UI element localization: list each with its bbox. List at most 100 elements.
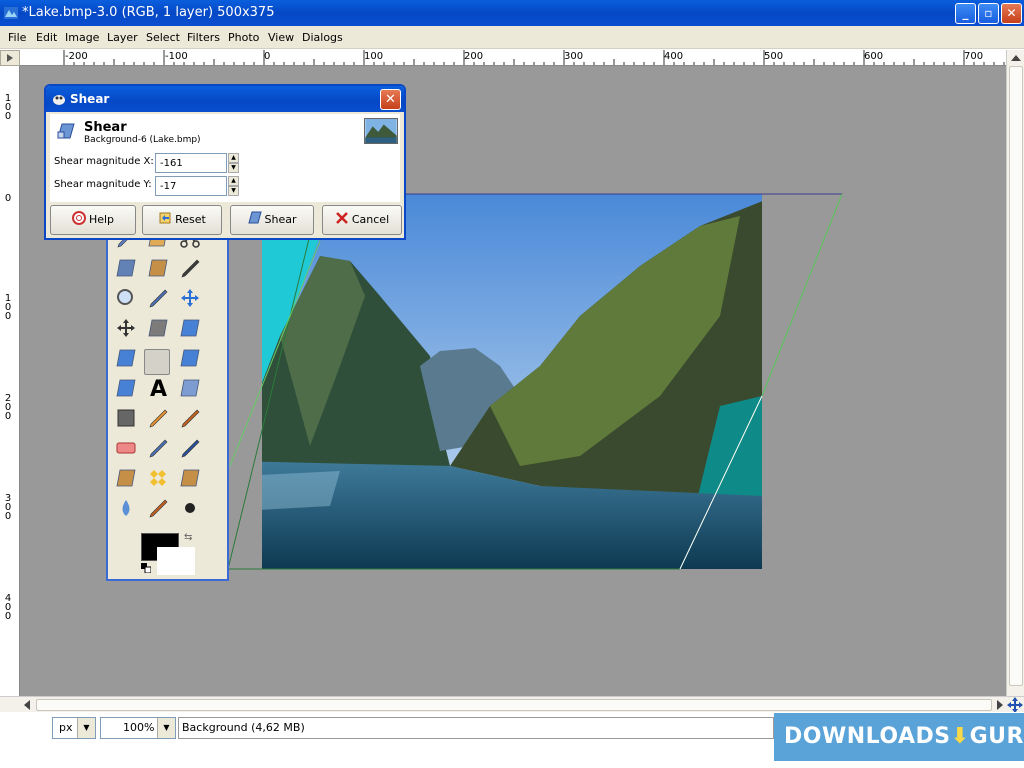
watermark-text-left: DOWNLOADS (784, 724, 951, 749)
zoom-selector[interactable]: 100% ▼ (100, 717, 176, 739)
arrow-right-icon (7, 54, 13, 62)
ink-icon[interactable] (181, 439, 200, 458)
scroll-right-icon[interactable] (995, 699, 1005, 711)
ruler-label: 1 0 0 (4, 93, 12, 122)
navigate-icon[interactable] (1007, 697, 1023, 713)
vertical-scrollbar[interactable] (1006, 50, 1024, 696)
menu-layer[interactable]: Layer (107, 31, 138, 44)
maximize-button[interactable]: ▫ (978, 3, 999, 24)
gimp-app-icon (4, 7, 18, 19)
shear-label: Shear (264, 213, 297, 226)
reset-icon (159, 212, 171, 224)
menu-photo[interactable]: Photo (228, 31, 259, 44)
shear-y-input[interactable] (155, 176, 227, 196)
smudge-icon[interactable] (149, 499, 168, 518)
vertical-scroll-thumb[interactable] (1009, 66, 1023, 686)
scroll-up-icon[interactable] (1009, 53, 1023, 63)
menu-file[interactable]: File (8, 31, 26, 44)
reset-button[interactable]: Reset (142, 205, 222, 235)
dialog-titlebar[interactable]: Shear ✕ (46, 86, 404, 112)
menu-select[interactable]: Select (146, 31, 180, 44)
shear-y-spinner[interactable]: ▲ ▼ (228, 176, 239, 196)
shear-tool-button[interactable] (144, 349, 170, 375)
horizontal-scrollbar[interactable] (0, 696, 1024, 713)
bucket-fill-icon[interactable] (180, 379, 200, 397)
downloads-guru-watermark: DOWNLOADS⬇GURU (774, 713, 1024, 761)
chevron-down-icon: ▼ (77, 718, 95, 738)
horizontal-scroll-thumb[interactable] (36, 699, 992, 711)
background-color-swatch[interactable] (157, 547, 195, 575)
menu-filters[interactable]: Filters (187, 31, 220, 44)
shear-x-label: Shear magnitude X: (54, 156, 154, 167)
scroll-left-icon[interactable] (22, 699, 32, 711)
airbrush-icon[interactable] (149, 439, 168, 458)
ruler-label: -100 (165, 51, 188, 62)
menu-edit[interactable]: Edit (36, 31, 57, 44)
ruler-label: 300 (564, 51, 584, 62)
foreground-select-icon[interactable] (116, 259, 136, 277)
menu-image[interactable]: Image (65, 31, 99, 44)
dialog-header-title: Shear (84, 120, 127, 135)
color-picker-icon[interactable] (181, 259, 200, 278)
shear-x-spinner[interactable]: ▲ ▼ (228, 153, 239, 173)
chevron-down-icon: ▼ (157, 718, 175, 738)
heal-icon[interactable] (150, 470, 166, 486)
blend-icon[interactable] (117, 409, 135, 427)
measure-icon[interactable] (149, 289, 168, 308)
flip-icon[interactable] (116, 379, 136, 397)
svg-text:A: A (150, 377, 167, 402)
paintbrush-icon[interactable] (181, 409, 200, 428)
cancel-button[interactable]: Cancel (322, 205, 402, 235)
dialog-close-button[interactable]: ✕ (380, 89, 401, 110)
help-button[interactable]: Help (50, 205, 136, 235)
horizontal-ruler[interactable]: -200 -100 0 100 200 300 400 500 600 700 (20, 50, 1006, 66)
clone-icon[interactable] (116, 469, 136, 487)
toolbox: A ⇆ (106, 224, 229, 581)
status-message: Background (4,62 MB) (178, 717, 774, 739)
dodge-burn-icon[interactable] (185, 503, 195, 513)
ruler-label: 200 (464, 51, 484, 62)
menu-dialogs[interactable]: Dialogs (302, 31, 343, 44)
spin-up-icon[interactable]: ▲ (228, 153, 239, 163)
ruler-label: 500 (764, 51, 784, 62)
align-icon[interactable] (117, 319, 135, 337)
spin-up-icon[interactable]: ▲ (228, 176, 239, 186)
zoom-icon[interactable] (117, 289, 133, 305)
layer-thumbnail (364, 118, 398, 144)
watermark-text-right: GURU (969, 724, 1024, 749)
minimize-button[interactable]: _ (955, 3, 976, 24)
swap-colors-icon[interactable]: ⇆ (184, 532, 192, 543)
spin-down-icon[interactable]: ▼ (228, 186, 239, 196)
crop-icon[interactable] (148, 319, 168, 337)
cancel-icon (335, 212, 348, 224)
pencil-icon[interactable] (149, 409, 168, 428)
perspective-clone-icon[interactable] (180, 469, 200, 487)
reset-label: Reset (175, 213, 206, 226)
paths-icon[interactable] (148, 259, 168, 277)
text-icon[interactable]: A (150, 377, 167, 402)
perspective-icon[interactable] (180, 349, 200, 367)
unit-value: px (59, 721, 73, 734)
shear-dialog: Shear ✕ Shear Background-6 (Lake.bmp) Sh… (44, 84, 406, 240)
shear-button[interactable]: Shear (230, 205, 314, 235)
vertical-ruler[interactable]: 1 0 0 0 1 0 0 2 0 0 3 0 0 4 0 0 (0, 66, 20, 696)
ruler-label: 600 (864, 51, 884, 62)
shear-icon (57, 123, 75, 139)
shear-y-label: Shear magnitude Y: (54, 179, 152, 190)
close-window-button[interactable]: ✕ (1001, 3, 1022, 24)
unit-selector[interactable]: px ▼ (52, 717, 96, 739)
shear-icon (247, 211, 262, 224)
scale-icon[interactable] (116, 349, 136, 367)
blur-icon[interactable] (122, 500, 130, 516)
shear-x-input[interactable] (155, 153, 227, 173)
ruler-label: -200 (65, 51, 88, 62)
rotate-icon[interactable] (180, 319, 200, 337)
reset-colors-icon[interactable] (141, 563, 151, 573)
cancel-label: Cancel (351, 213, 390, 226)
menu-view[interactable]: View (268, 31, 294, 44)
move-icon[interactable] (181, 289, 199, 307)
eraser-icon[interactable] (116, 442, 136, 454)
spin-down-icon[interactable]: ▼ (228, 163, 239, 173)
zoom-value: 100% (123, 721, 155, 734)
ruler-corner-button[interactable] (0, 50, 20, 66)
